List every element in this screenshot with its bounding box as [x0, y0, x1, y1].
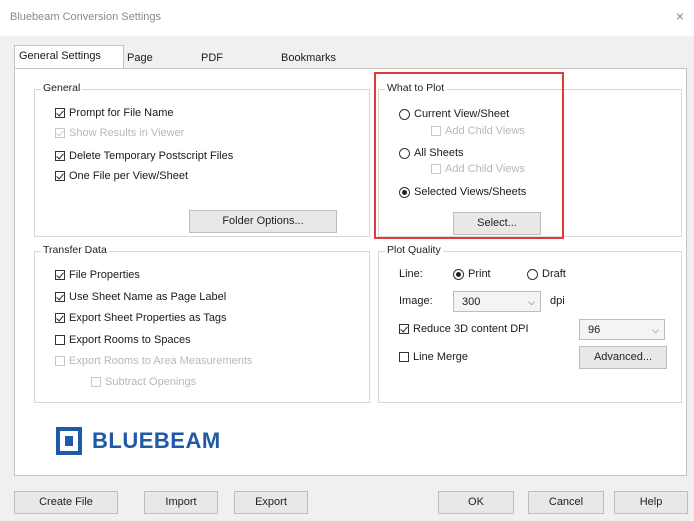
- checkbox-box[interactable]: [55, 313, 65, 323]
- file-properties-checkbox[interactable]: File Properties: [55, 269, 140, 281]
- help-button[interactable]: Help: [614, 491, 688, 514]
- transfer-data-group: Transfer Data File Properties Use Sheet …: [34, 244, 370, 403]
- checkbox-box: [55, 356, 65, 366]
- export-rooms-area-checkbox: Export Rooms to Area Measurements: [55, 355, 252, 367]
- tab-bookmarks[interactable]: Bookmarks: [276, 47, 341, 69]
- dialog-button-bar: Create File Import Export OK Cancel Help: [0, 485, 694, 521]
- ok-button[interactable]: OK: [438, 491, 514, 514]
- prompt-filename-label: Prompt for File Name: [69, 107, 174, 119]
- reduce-dpi-select[interactable]: 96 ⌵: [579, 319, 665, 340]
- export-rooms-area-label: Export Rooms to Area Measurements: [69, 355, 253, 367]
- tab-page-setup[interactable]: Page Setup: [122, 47, 161, 84]
- transfer-data-title: Transfer Data: [41, 244, 109, 256]
- import-button[interactable]: Import: [144, 491, 218, 514]
- subtract-openings-checkbox: Subtract Openings: [91, 376, 196, 388]
- show-results-label: Show Results in Viewer: [69, 127, 185, 139]
- radio-circle[interactable]: [453, 268, 464, 280]
- reduce-dpi-value: 96: [588, 324, 601, 336]
- delete-temp-label: Delete Temporary Postscript Files: [69, 150, 234, 162]
- print-radio[interactable]: Print: [453, 268, 491, 280]
- checkbox-box[interactable]: [55, 171, 65, 181]
- logo-banner: BLUEBEAM: [30, 411, 662, 473]
- title-bar: Bluebeam Conversion Settings ×: [0, 0, 694, 36]
- export-sheet-props-label: Export Sheet Properties as Tags: [69, 312, 227, 324]
- plot-quality-title: Plot Quality: [385, 244, 443, 256]
- conversion-settings-dialog: Bluebeam Conversion Settings × General S…: [0, 0, 694, 521]
- one-file-label: One File per View/Sheet: [69, 170, 189, 182]
- export-sheet-props-checkbox[interactable]: Export Sheet Properties as Tags: [55, 312, 227, 324]
- checkbox-box[interactable]: [399, 324, 409, 334]
- sheet-name-checkbox[interactable]: Use Sheet Name as Page Label: [55, 291, 226, 303]
- show-results-checkbox: Show Results in Viewer: [55, 127, 184, 139]
- line-merge-checkbox[interactable]: Line Merge: [399, 351, 468, 363]
- reduce-3d-label: Reduce 3D content DPI: [413, 323, 529, 335]
- chevron-down-icon: ⌵: [652, 325, 659, 335]
- folder-options-button[interactable]: Folder Options...: [189, 210, 337, 233]
- image-dpi-value: 300: [462, 296, 481, 308]
- export-rooms-checkbox[interactable]: Export Rooms to Spaces: [55, 334, 191, 346]
- cancel-button[interactable]: Cancel: [528, 491, 604, 514]
- general-group: General Prompt for File Name Show Result…: [34, 82, 370, 237]
- checkbox-box: [91, 377, 101, 387]
- line-label: Line:: [399, 268, 423, 280]
- bluebeam-logo-icon: [56, 427, 82, 455]
- checkbox-box[interactable]: [55, 108, 65, 118]
- checkbox-box[interactable]: [55, 151, 65, 161]
- checkbox-box[interactable]: [55, 335, 65, 345]
- plot-quality-group: Plot Quality Line: Print Draft Image: 30…: [378, 244, 682, 403]
- tab-general-settings[interactable]: General Settings: [14, 45, 124, 68]
- image-dpi-select[interactable]: 300 ⌵: [453, 291, 541, 312]
- file-properties-label: File Properties: [69, 269, 140, 281]
- checkbox-box: [55, 128, 65, 138]
- reduce-3d-checkbox[interactable]: Reduce 3D content DPI: [399, 323, 529, 335]
- advanced-button[interactable]: Advanced...: [579, 346, 667, 369]
- chevron-down-icon: ⌵: [528, 297, 535, 307]
- print-label: Print: [468, 268, 491, 280]
- highlight-frame: [374, 72, 564, 239]
- one-file-checkbox[interactable]: One File per View/Sheet: [55, 170, 188, 182]
- line-merge-label: Line Merge: [413, 351, 469, 363]
- checkbox-box[interactable]: [55, 292, 65, 302]
- create-file-button[interactable]: Create File: [14, 491, 118, 514]
- close-icon[interactable]: ×: [676, 8, 684, 24]
- prompt-filename-checkbox[interactable]: Prompt for File Name: [55, 107, 174, 119]
- draft-label: Draft: [542, 268, 566, 280]
- dpi-label: dpi: [550, 295, 565, 307]
- draft-radio[interactable]: Draft: [527, 268, 566, 280]
- subtract-openings-label: Subtract Openings: [105, 376, 197, 388]
- image-label: Image:: [399, 295, 433, 307]
- general-group-title: General: [41, 82, 83, 94]
- checkbox-box[interactable]: [55, 270, 65, 280]
- delete-temp-checkbox[interactable]: Delete Temporary Postscript Files: [55, 150, 233, 162]
- sheet-name-label: Use Sheet Name as Page Label: [69, 291, 227, 303]
- logo-text: BLUEBEAM: [92, 428, 221, 453]
- export-button[interactable]: Export: [234, 491, 308, 514]
- export-rooms-label: Export Rooms to Spaces: [69, 334, 191, 346]
- radio-circle[interactable]: [527, 268, 538, 280]
- tab-pdf-security[interactable]: PDF Security: [196, 47, 246, 84]
- window-title: Bluebeam Conversion Settings: [10, 11, 162, 23]
- checkbox-box[interactable]: [399, 352, 409, 362]
